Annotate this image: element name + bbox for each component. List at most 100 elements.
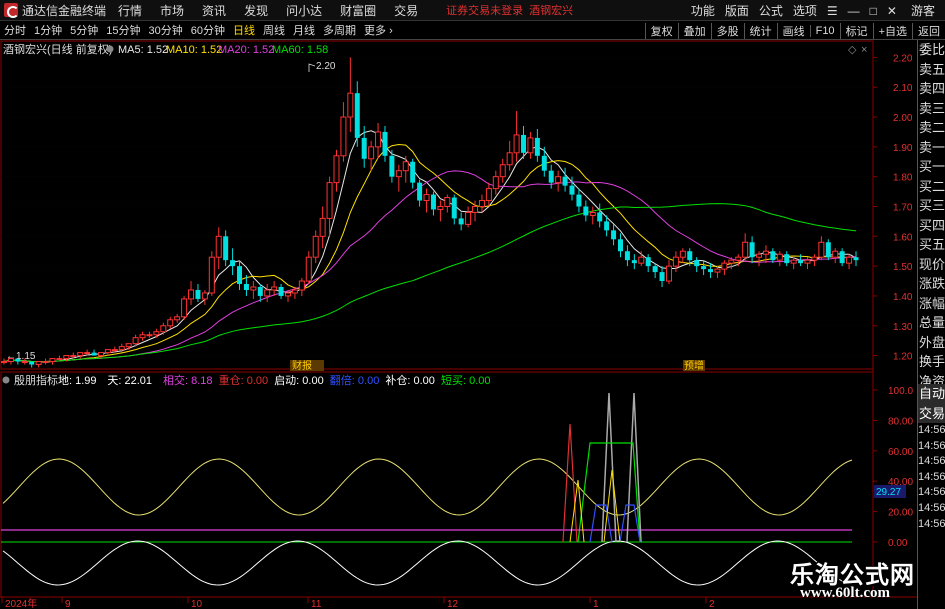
candle-body-down — [521, 134, 527, 153]
indicator-settings-icon[interactable] — [2, 376, 10, 384]
menu-item-zixun[interactable]: 资讯 — [202, 2, 226, 19]
trade-login-warning[interactable]: 证券交易未登录 — [446, 2, 523, 18]
candle-body-down — [694, 260, 700, 267]
chevron-right-icon: › — [389, 25, 393, 37]
period-30min[interactable]: 30分钟 — [145, 22, 187, 38]
candle-body-up — [762, 250, 769, 255]
chart-title: 酒钢宏兴(日线 前复权) — [3, 42, 112, 56]
indicator-value-5: 翻倍: 0.00 — [330, 373, 380, 387]
minimize-icon[interactable]: — — [848, 4, 860, 18]
hamburger-icon[interactable]: ☰ — [827, 4, 838, 18]
menu-item-shichang[interactable]: 市场 — [160, 2, 184, 19]
candle-body-down — [237, 266, 243, 285]
period-more[interactable]: 更多 › — [360, 22, 397, 38]
menu-item-wenxiaoda[interactable]: 问小达 — [286, 2, 322, 19]
candle-body-up — [49, 358, 56, 363]
tick-time: 14:56 — [918, 424, 945, 436]
candle-body-down — [604, 221, 610, 231]
event-caibao[interactable]: 财报 — [292, 359, 312, 372]
candle-body-down — [451, 197, 457, 219]
ma20-label: MA20: 1.52 — [218, 44, 274, 56]
candle-body-down — [631, 260, 637, 264]
tool-back[interactable]: 返回 — [912, 22, 945, 39]
trade-button[interactable]: 交易 — [918, 403, 945, 423]
candle-body-up — [118, 346, 125, 351]
menu-item-hangqing[interactable]: 行情 — [118, 2, 142, 19]
auto-button[interactable]: 自动 — [918, 384, 945, 404]
close-chart-icon[interactable]: × — [861, 44, 867, 56]
candle-body-down — [417, 182, 423, 201]
guest-label[interactable]: 游客 — [911, 2, 935, 19]
tool-tongji[interactable]: 统计 — [743, 22, 777, 39]
quote-item: 现价 — [919, 256, 945, 272]
candle-body-up — [326, 182, 333, 219]
ma10-label: MA10: 1.52 — [166, 44, 222, 56]
candle-body-up — [472, 205, 479, 213]
quote-item: 买二 — [919, 178, 945, 194]
period-multi[interactable]: 多周期 — [319, 22, 360, 38]
candle-body-down — [798, 260, 804, 264]
price-tick-label: 1.30 — [893, 322, 913, 333]
indicator-tian-line — [2, 458, 853, 516]
menu-bar: 通达信金融终端 行情 市场 资讯 发现 问小达 财富圈 交易 证券交易未登录 酒… — [0, 0, 945, 21]
menu-item-faxian[interactable]: 发现 — [244, 2, 268, 19]
menu-item-caifuquan[interactable]: 财富圈 — [340, 2, 376, 19]
candle-body-down — [659, 272, 665, 282]
tool-duogu[interactable]: 多股 — [710, 22, 744, 39]
menu-gongneng[interactable]: 功能 — [691, 2, 715, 19]
candle-body-up — [319, 217, 326, 237]
tool-fuquan[interactable]: 复权 — [644, 22, 678, 39]
period-5min[interactable]: 5分钟 — [66, 22, 102, 38]
tool-f10[interactable]: F10 — [809, 24, 840, 37]
event-yuzeng[interactable]: 预增 — [684, 359, 704, 372]
menu-gongshi[interactable]: 公式 — [759, 2, 783, 19]
settings-dot-icon[interactable] — [106, 45, 114, 53]
price-tick-label: 2.00 — [893, 113, 913, 124]
candle-body-up — [527, 137, 534, 154]
tool-biaoji[interactable]: 标记 — [839, 22, 873, 39]
indicator-tick-label: 60.00 — [888, 447, 913, 458]
candle-body-down — [410, 161, 416, 183]
candle-body-down — [223, 236, 229, 261]
period-daily[interactable]: 日线 — [229, 22, 259, 38]
period-fenshi[interactable]: 分时 — [0, 22, 30, 38]
time-tick-label: 12 — [447, 599, 459, 609]
candle-body-up — [811, 256, 818, 261]
period-monthly[interactable]: 月线 — [289, 22, 319, 38]
tool-huaxian[interactable]: 画线 — [776, 22, 810, 39]
tool-add-watchlist[interactable]: +自选 — [872, 22, 912, 39]
close-icon[interactable]: ✕ — [887, 4, 897, 18]
candle-body-down — [708, 269, 714, 273]
candle-body-up — [188, 289, 195, 300]
period-weekly[interactable]: 周线 — [259, 22, 289, 38]
tool-diejia[interactable]: 叠加 — [677, 22, 711, 39]
tick-time: 14:56 — [918, 439, 945, 452]
quote-item: 外盘 — [919, 334, 945, 350]
candle-body-down — [569, 185, 575, 195]
app-logo-icon — [4, 3, 19, 18]
time-tick-label: 1 — [593, 599, 599, 609]
diamond-icon[interactable]: ◇ — [848, 44, 857, 56]
stock-chart[interactable]: 酒钢宏兴(日线 前复权) MA5: 1.52 MA10: 1.52 MA20: … — [0, 40, 917, 609]
maximize-icon[interactable]: □ — [870, 4, 877, 18]
period-1min[interactable]: 1分钟 — [30, 22, 66, 38]
time-tick-label: 2024年 — [5, 597, 37, 609]
candle-body-down — [749, 242, 755, 258]
candle-body-down — [652, 266, 658, 273]
candle-body-down — [583, 206, 589, 216]
menu-banmian[interactable]: 版面 — [725, 2, 749, 19]
candle-body-up — [125, 343, 132, 348]
period-15min[interactable]: 15分钟 — [102, 22, 144, 38]
menu-item-jiaoyi[interactable]: 交易 — [394, 2, 418, 19]
candle-body-up — [444, 197, 451, 207]
candle-body-down — [548, 170, 554, 183]
candle-body-up — [264, 289, 271, 297]
indicator-value-3: 重仓: 0.00 — [219, 373, 269, 387]
candle-body-down — [458, 218, 464, 225]
candle-body-up — [728, 259, 735, 264]
candle-body-up — [333, 155, 340, 184]
candle-body-down — [645, 257, 651, 267]
period-60min[interactable]: 60分钟 — [187, 22, 229, 38]
menu-xuanxiang[interactable]: 选项 — [793, 2, 817, 19]
candle-body-up — [35, 361, 42, 366]
